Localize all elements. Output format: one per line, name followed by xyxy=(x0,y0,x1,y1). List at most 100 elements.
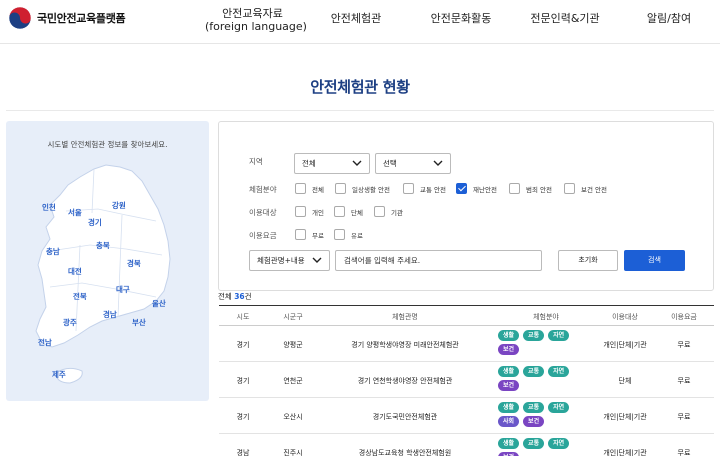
map-region-gyeonggi[interactable]: 경기 xyxy=(88,217,102,228)
cell-sigungu: 진주시 xyxy=(283,449,303,456)
field-tag-badge: 자연 xyxy=(548,438,570,449)
map-region-busan[interactable]: 부산 xyxy=(132,317,146,328)
chevron-down-icon xyxy=(433,160,443,166)
cell-target: 단체 xyxy=(618,377,632,385)
search-scope-select[interactable]: 체험관명+내용 xyxy=(249,250,330,271)
field-tag-badge: 사회 xyxy=(498,416,520,427)
map-region-gwangju[interactable]: 광주 xyxy=(63,317,77,328)
field-daily-life-checkbox[interactable]: 일상생활 안전 xyxy=(335,183,390,194)
target-group-checkbox[interactable]: 단체 xyxy=(334,206,363,217)
search-button[interactable]: 검색 xyxy=(624,250,685,271)
field-tag-badge: 교통 xyxy=(523,330,545,341)
checkbox-label: 무료 xyxy=(312,231,324,240)
field-tag-badge: 생활 xyxy=(498,366,520,377)
checkbox-box[interactable] xyxy=(295,206,306,217)
checkbox-box-checked[interactable] xyxy=(456,183,467,194)
map-region-seoul[interactable]: 서울 xyxy=(68,207,82,218)
search-filter-panel: 지역 전체 선택 체험분야 전체 일상생활 안전 교통 안전 재난안전 범죄 안… xyxy=(218,121,714,291)
experience-center-table: 시도 시군구 체험관명 체험분야 이용대상 이용요금 경기 양평군 경기 양평학생야… xyxy=(219,305,714,456)
site-logo[interactable]: 국민안전교육플랫폼 xyxy=(8,6,126,30)
cell-center-name[interactable]: 경기 양평학생야영장 미래안전체험관 xyxy=(351,340,459,350)
map-region-ulsan[interactable]: 울산 xyxy=(152,298,166,309)
target-label: 이용대상 xyxy=(249,208,277,217)
table-row[interactable]: 경기 오산시 경기도국민안전체험관 개인|단체|기관 무료 생활 교통 자연 사회 보건 xyxy=(219,398,714,434)
field-disaster-checkbox[interactable]: 재난안전 xyxy=(456,183,497,194)
nav-safety-materials[interactable]: 안전교육자료 (foreign language) xyxy=(205,7,307,33)
checkbox-box[interactable] xyxy=(295,183,306,194)
cell-sido: 경남 xyxy=(236,449,250,456)
cell-center-name[interactable]: 경기 연천학생야영장 안전체험관 xyxy=(358,376,453,386)
map-region-gangwon[interactable]: 강원 xyxy=(112,200,126,211)
map-region-chungnam[interactable]: 충남 xyxy=(46,246,60,257)
search-input[interactable]: 검색어를 입력해 주세요. xyxy=(335,250,542,271)
map-region-jeonbuk[interactable]: 전북 xyxy=(73,291,87,302)
map-region-daegu[interactable]: 대구 xyxy=(116,284,130,295)
field-all-checkbox[interactable]: 전체 xyxy=(295,183,324,194)
checkbox-label: 기관 xyxy=(391,208,403,217)
target-institution-checkbox[interactable]: 기관 xyxy=(374,206,403,217)
checkbox-label: 일상생활 안전 xyxy=(352,185,390,194)
nav-label: 안전문화활동 xyxy=(430,12,492,25)
table-row[interactable]: 경기 양평군 경기 양평학생야영장 미래안전체험관 개인|단체|기관 무료 생활 교통 자연 보… xyxy=(219,326,714,362)
select-value: 전체 xyxy=(302,159,316,168)
site-header: 국민안전교육플랫폼 안전교육자료 (foreign language) 안전체험… xyxy=(0,0,720,44)
nav-notice-participation[interactable]: 알림/참여 xyxy=(638,12,700,25)
fee-free-checkbox[interactable]: 무료 xyxy=(295,229,324,240)
field-tag-badge: 자연 xyxy=(548,402,570,413)
field-tag-badge: 자연 xyxy=(548,330,570,341)
field-tags: 생활교통자연보건 xyxy=(498,366,588,391)
cell-target: 개인|단체|기관 xyxy=(603,413,647,421)
checkbox-box[interactable] xyxy=(335,183,346,194)
nav-culture-activities[interactable]: 안전문화활동 xyxy=(422,12,500,25)
target-individual-checkbox[interactable]: 개인 xyxy=(295,206,324,217)
column-header-name: 체험관명 xyxy=(392,313,418,321)
checkbox-box[interactable] xyxy=(295,229,306,240)
cell-sido: 경기 xyxy=(236,413,250,421)
map-region-incheon[interactable]: 인천 xyxy=(42,202,56,213)
map-region-daejeon[interactable]: 대전 xyxy=(68,266,82,277)
select-value: 체험관명+내용 xyxy=(257,256,305,265)
map-region-jeju[interactable]: 제주 xyxy=(52,369,66,380)
checkbox-box[interactable] xyxy=(564,183,575,194)
result-count: 전체 36건 xyxy=(218,291,252,302)
map-region-jeonnam[interactable]: 전남 xyxy=(38,337,52,348)
field-tag-badge: 교통 xyxy=(523,366,545,377)
checkbox-label: 재난안전 xyxy=(473,185,497,194)
select-value: 선택 xyxy=(383,159,397,168)
column-header-field: 체험분야 xyxy=(533,313,559,321)
field-health-checkbox[interactable]: 보건 안전 xyxy=(564,183,607,194)
cell-center-name[interactable]: 경상남도교육청 학생안전체험원 xyxy=(359,448,451,456)
nav-experience-center[interactable]: 안전체험관 xyxy=(320,12,392,25)
field-crime-checkbox[interactable]: 범죄 안전 xyxy=(509,183,552,194)
checkbox-box[interactable] xyxy=(403,183,414,194)
checkbox-label: 교통 안전 xyxy=(420,185,446,194)
cell-target: 개인|단체|기관 xyxy=(603,341,647,349)
nav-label: 안전교육자료 xyxy=(222,7,283,20)
korea-map xyxy=(35,164,171,384)
checkbox-box[interactable] xyxy=(509,183,520,194)
map-region-gyeongnam[interactable]: 경남 xyxy=(103,309,117,320)
count-prefix: 전체 xyxy=(218,292,235,301)
checkbox-box[interactable] xyxy=(374,206,385,217)
table-row[interactable]: 경기 연천군 경기 연천학생야영장 안전체험관 단체 무료 생활 교통 자연 보건 xyxy=(219,362,714,398)
checkbox-label: 유료 xyxy=(351,231,363,240)
nav-experts-institutions[interactable]: 전문인력&기관 xyxy=(524,12,606,25)
taegeuk-logo-icon xyxy=(8,6,32,30)
fee-paid-checkbox[interactable]: 유료 xyxy=(334,229,363,240)
map-region-gyeongbuk[interactable]: 경북 xyxy=(127,258,141,269)
field-tag-badge: 보건 xyxy=(498,380,520,391)
cell-center-name[interactable]: 경기도국민안전체험관 xyxy=(373,412,437,422)
region-province-select[interactable]: 전체 xyxy=(294,153,370,174)
checkbox-label: 보건 안전 xyxy=(581,185,607,194)
reset-button[interactable]: 초기화 xyxy=(558,250,618,271)
column-header-fee: 이용요금 xyxy=(671,313,697,321)
map-region-chungbuk[interactable]: 충북 xyxy=(96,240,110,251)
checkbox-label: 범죄 안전 xyxy=(526,185,552,194)
cell-sido: 경기 xyxy=(236,377,250,385)
checkbox-box[interactable] xyxy=(334,229,345,240)
field-traffic-checkbox[interactable]: 교통 안전 xyxy=(403,183,446,194)
region-district-select[interactable]: 선택 xyxy=(375,153,451,174)
checkbox-box[interactable] xyxy=(334,206,345,217)
field-tags: 생활교통자연보건 xyxy=(498,330,588,355)
table-row[interactable]: 경남 진주시 경상남도교육청 학생안전체험원 개인|단체|기관 무료 생활교통자연보건 xyxy=(219,434,714,456)
